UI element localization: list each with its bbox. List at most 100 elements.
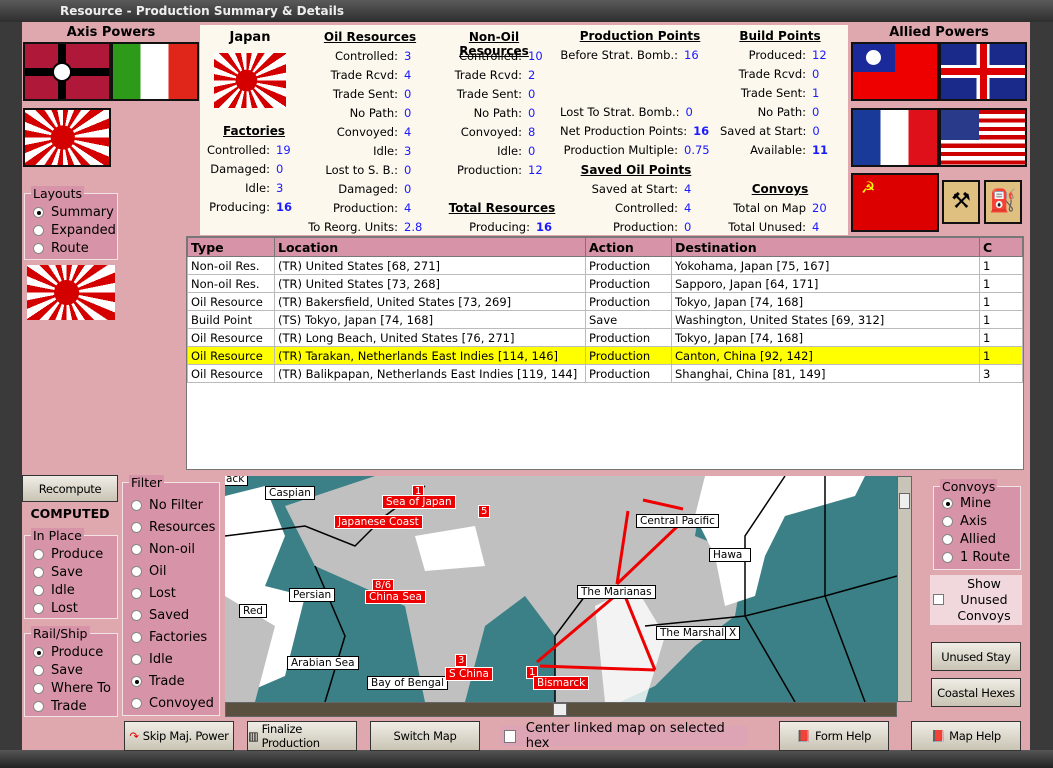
switch-map-button[interactable]: Switch Map [370, 721, 480, 751]
center-linked-map-checkbox[interactable]: Center linked map on selected hex [500, 721, 748, 751]
table-cell: Yokohama, Japan [75, 167] [671, 256, 980, 275]
railship-radio-where-to[interactable]: Where To [25, 679, 117, 697]
summary-row: Convoyed: 4 [336, 125, 412, 139]
skip-arrow-icon: ↷ [129, 729, 139, 743]
china-flag[interactable] [851, 42, 939, 101]
layouts-group: Layouts Summary Expanded Route [24, 186, 118, 260]
filter-radio-idle[interactable]: Idle [123, 648, 219, 670]
form-help-button[interactable]: 📕 Form Help [779, 721, 889, 751]
table-cell: Non-oil Res. [187, 256, 275, 275]
map-horizontal-scrollbar[interactable] [225, 702, 897, 717]
map-label: Persian [289, 588, 336, 602]
filter-radio-resources[interactable]: Resources [123, 516, 219, 538]
summary-row: Producing: 16 [209, 200, 293, 214]
filter-radio-no-filter[interactable]: No Filter [123, 494, 219, 516]
japan-flag[interactable] [23, 108, 111, 167]
summary-row: Total on Map 20 [733, 201, 827, 215]
table-row[interactable]: Oil Resource (TR) Bakersfield, United Sta… [187, 292, 1023, 311]
table-row[interactable]: Non-oil Res. (TR) United States [73, 268]… [187, 274, 1023, 293]
table-row[interactable]: Oil Resource (TR) Long Beach, United Stat… [187, 328, 1023, 347]
table-cell: Production [585, 346, 672, 365]
usa-flag[interactable] [939, 108, 1027, 167]
table-cell: 1 [979, 274, 1023, 293]
table-row[interactable]: Build Point (TS) Tokyo, Japan [74, 168] Sa… [187, 310, 1023, 329]
filter-radio-trade[interactable]: Trade [123, 670, 219, 692]
map-help-button[interactable]: 📕 Map Help [911, 721, 1021, 751]
oil-icon[interactable]: ⛽ [984, 180, 1022, 224]
railship-radio-produce[interactable]: Produce [25, 643, 117, 661]
filter-radio-saved[interactable]: Saved [123, 604, 219, 626]
inplace-radio-save[interactable]: Save [25, 563, 117, 581]
show-unused-convoys-checkbox[interactable]: Show Unused Convoys [930, 575, 1022, 625]
col-action[interactable]: Action [585, 237, 672, 257]
details-table: Type Location Action Destination C Non-o… [186, 236, 1024, 470]
layout-summary-radio[interactable]: Summary [25, 203, 117, 221]
convoysopts-radio-mine[interactable]: Mine [934, 494, 1020, 512]
convoysopts-radio-1-route[interactable]: 1 Route [934, 548, 1020, 566]
filter-radio-factories[interactable]: Factories [123, 626, 219, 648]
summary-row: No Path: 0 [349, 106, 412, 120]
summary-row: Net Production Points: 16 [560, 124, 710, 138]
table-cell: Save [585, 310, 672, 329]
col-destination[interactable]: Destination [671, 237, 980, 257]
table-cell: 1 [979, 292, 1023, 311]
resource-icon[interactable]: ⚒ [942, 180, 980, 224]
railship-radio-trade[interactable]: Trade [25, 697, 117, 715]
layout-route-radio[interactable]: Route [25, 239, 117, 257]
italy-flag[interactable] [111, 42, 199, 101]
summary-row: Trade Rcvd: 4 [330, 68, 412, 82]
country-name: Japan [229, 30, 271, 45]
map-vertical-scrollbar[interactable] [897, 476, 912, 702]
title-bar: Resource - Production Summary & Details [0, 0, 1053, 22]
skip-major-power-button[interactable]: ↷ Skip Maj. Power [124, 721, 234, 751]
table-cell: Production [585, 274, 672, 293]
table-cell: 1 [979, 328, 1023, 347]
map-label: Hawa [709, 548, 752, 562]
nonoil-resources-section: Non-Oil Resources Controlled: 10 Trade Rcvd… [432, 30, 556, 182]
summary-row: Lost to S. B.: 0 [325, 163, 412, 177]
route-node-bismarck[interactable]: Bismarck [533, 676, 590, 690]
book-icon: 📕 [931, 729, 946, 743]
inplace-radio-produce[interactable]: Produce [25, 545, 117, 563]
layout-expanded-radio[interactable]: Expanded [25, 221, 117, 239]
summary-row: Produced: 12 [748, 48, 827, 62]
filter-radio-non-oil[interactable]: Non-oil [123, 538, 219, 560]
summary-row: Trade Sent: 0 [332, 87, 412, 101]
filter-radio-lost[interactable]: Lost [123, 582, 219, 604]
route-node-sea-of-japan[interactable]: Sea of Japan [382, 495, 456, 509]
in-place-group: In Place Produce Save Idle Lost [24, 528, 118, 619]
germany-flag[interactable] [23, 42, 111, 101]
map-label: Caspian [265, 486, 315, 500]
recompute-button[interactable]: Recompute [22, 475, 118, 502]
france-flag[interactable] [851, 108, 939, 167]
table-row[interactable]: Oil Resource (TR) Balikpapan, Netherlands… [187, 364, 1023, 383]
summary-row: Production: 4 [332, 201, 412, 215]
convoysopts-radio-axis[interactable]: Axis [934, 512, 1020, 530]
map-label: Bay of Bengal [367, 676, 448, 690]
japan-flag [214, 53, 286, 108]
table-row[interactable]: Non-oil Res. (TR) United States [68, 271]… [187, 256, 1023, 275]
selected-country-flag [27, 265, 115, 320]
table-cell: Washington, United States [69, 312] [671, 310, 980, 329]
filter-radio-convoyed[interactable]: Convoyed [123, 692, 219, 714]
unused-stay-button[interactable]: Unused Stay [931, 642, 1021, 671]
railship-radio-save[interactable]: Save [25, 661, 117, 679]
finalize-production-button[interactable]: ▥ Finalize Production [247, 721, 357, 751]
uk-flag[interactable] [939, 42, 1027, 101]
map-view[interactable]: ack Caspian Persian Red Arabian Sea Bay … [225, 476, 897, 702]
inplace-radio-lost[interactable]: Lost [25, 599, 117, 617]
col-c[interactable]: C [979, 237, 1023, 257]
col-type[interactable]: Type [187, 237, 275, 257]
route-node-china-sea[interactable]: China Sea [365, 590, 426, 604]
filter-radio-oil[interactable]: Oil [123, 560, 219, 582]
col-location[interactable]: Location [274, 237, 586, 257]
convoysopts-radio-allied[interactable]: Allied [934, 530, 1020, 548]
inplace-radio-idle[interactable]: Idle [25, 581, 117, 599]
ussr-flag[interactable]: ☭ [851, 173, 939, 232]
computed-status: COMPUTED [30, 506, 110, 521]
route-node-s-china[interactable]: S China [445, 667, 493, 681]
table-row[interactable]: Oil Resource (TR) Tarakan, Netherlands Ea… [187, 346, 1023, 365]
coastal-hexes-button[interactable]: Coastal Hexes [931, 678, 1021, 707]
build-points-section: Build Points Produced: 12 Trade Rcvd: 0 Trade… [720, 29, 840, 162]
route-node-japanese-coast[interactable]: Japanese Coast [334, 515, 423, 529]
